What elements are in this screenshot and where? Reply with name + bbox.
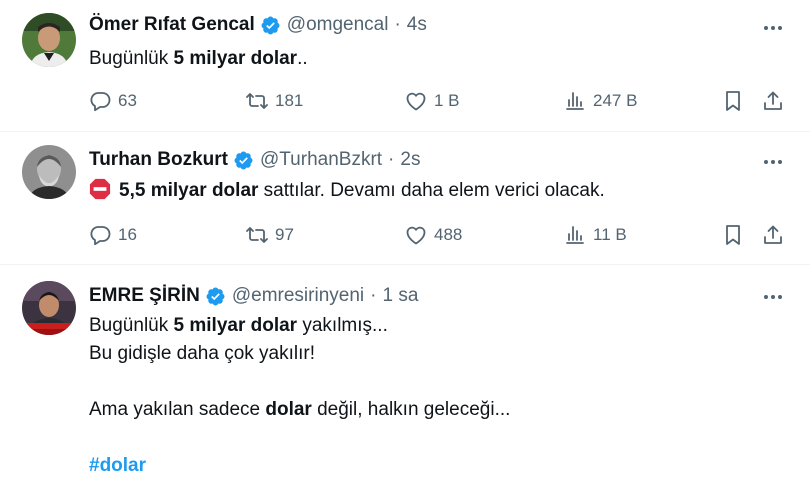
text-line: Ama yakılan sadece dolar değil, halkın g… xyxy=(89,396,780,424)
like-count: 488 xyxy=(434,225,463,244)
views-button[interactable]: 247 B xyxy=(563,86,637,116)
separator-dot: · xyxy=(394,14,401,35)
text-line: Bu gidişle daha çok yakılır! xyxy=(89,343,316,364)
author-handle[interactable]: @emresirinyeni xyxy=(232,285,364,307)
avatar[interactable] xyxy=(22,145,76,199)
timestamp[interactable]: 1 sa xyxy=(382,285,418,307)
reply-bubble-icon xyxy=(88,89,112,113)
avatar[interactable] xyxy=(22,13,76,67)
retweet-count: 181 xyxy=(275,91,304,110)
text-prefix: Bugünlük xyxy=(89,48,174,69)
action-bar: 16 97 488 11 B xyxy=(88,220,788,250)
verified-badge-icon xyxy=(260,15,281,36)
views-button[interactable]: 11 B xyxy=(563,220,627,250)
line1-prefix: Bugünlük xyxy=(89,315,174,336)
tweet-header: EMRE ŞİRİN @emresirinyeni · 1 sa xyxy=(89,282,418,310)
avatar-photo xyxy=(22,145,76,199)
more-dots-icon xyxy=(761,16,785,40)
more-options-button[interactable] xyxy=(758,287,788,307)
view-count: 11 B xyxy=(593,225,627,244)
hashtag-link[interactable]: #dolar xyxy=(89,455,146,476)
bar-chart-icon xyxy=(563,89,587,113)
verified-badge-icon xyxy=(205,286,226,307)
author-handle[interactable]: @omgencal xyxy=(287,14,389,36)
stop-sign-emoji xyxy=(89,178,111,200)
more-options-button[interactable] xyxy=(758,152,788,172)
text-line: Bugünlük 5 milyar dolar yakılmış... xyxy=(89,312,780,340)
bookmark-icon xyxy=(721,89,745,113)
text-line: #dolar xyxy=(89,452,780,480)
author-name[interactable]: Ömer Rıfat Gencal xyxy=(89,14,255,36)
tweet-header: Turhan Bozkurt @TurhanBzkrt · 2s xyxy=(89,146,420,174)
action-bar: 63 181 1 B 247 B xyxy=(88,86,788,116)
avatar-photo xyxy=(22,281,76,335)
heart-icon xyxy=(404,223,428,247)
text-bold: 5 milyar dolar xyxy=(173,48,298,69)
bookmark-button[interactable] xyxy=(721,220,745,250)
line1-suffix: yakılmış... xyxy=(297,315,388,336)
text-suffix: sattılar. Devamı daha elem verici olacak… xyxy=(258,180,605,201)
timestamp[interactable]: 4s xyxy=(407,14,427,36)
reply-button[interactable]: 63 xyxy=(88,86,137,116)
reply-count: 63 xyxy=(118,91,137,110)
verified-badge-icon xyxy=(233,150,254,171)
tweet-header: Ömer Rıfat Gencal @omgencal · 4s xyxy=(89,11,427,39)
reply-bubble-icon xyxy=(88,223,112,247)
more-dots-icon xyxy=(761,150,785,174)
more-dots-icon xyxy=(761,285,785,309)
bookmark-button[interactable] xyxy=(721,86,745,116)
avatar[interactable] xyxy=(22,281,76,335)
like-count: 1 B xyxy=(434,91,460,110)
share-button[interactable] xyxy=(761,220,785,250)
author-name[interactable]: Turhan Bozkurt xyxy=(89,149,228,171)
retweet-arrows-icon xyxy=(245,223,269,247)
retweet-count: 97 xyxy=(275,225,294,244)
bar-chart-icon xyxy=(563,223,587,247)
line3-bold: dolar xyxy=(265,399,312,420)
reply-button[interactable]: 16 xyxy=(88,220,137,250)
tweet-text: Bugünlük 5 milyar dolar.. xyxy=(89,45,780,73)
tweet-card[interactable]: EMRE ŞİRİN @emresirinyeni · 1 sa Bugünlü… xyxy=(0,265,810,486)
heart-icon xyxy=(404,89,428,113)
tweet-text: 5,5 milyar dolar sattılar. Devamı daha e… xyxy=(89,177,780,205)
tweet-card[interactable]: Ömer Rıfat Gencal @omgencal · 4s Bugünlü… xyxy=(0,0,810,132)
like-button[interactable]: 1 B xyxy=(404,86,460,116)
retweet-button[interactable]: 181 xyxy=(245,86,303,116)
separator-dot: · xyxy=(388,149,395,170)
tweet-text: Bugünlük 5 milyar dolar yakılmış... Bu g… xyxy=(89,312,780,480)
timestamp[interactable]: 2s xyxy=(400,149,420,171)
line1-bold: 5 milyar dolar xyxy=(173,315,298,336)
share-upload-icon xyxy=(761,89,785,113)
reply-count: 16 xyxy=(118,225,137,244)
tweet-card[interactable]: Turhan Bozkurt @TurhanBzkrt · 2s 5,5 mil… xyxy=(0,132,810,265)
share-button[interactable] xyxy=(761,86,785,116)
retweet-arrows-icon xyxy=(245,89,269,113)
share-upload-icon xyxy=(761,223,785,247)
avatar-photo xyxy=(22,13,76,67)
line3-suffix: değil, halkın geleceği... xyxy=(311,399,511,420)
like-button[interactable]: 488 xyxy=(404,220,462,250)
line3-prefix: Ama yakılan sadece xyxy=(89,399,266,420)
retweet-button[interactable]: 97 xyxy=(245,220,294,250)
author-handle[interactable]: @TurhanBzkrt xyxy=(260,149,382,171)
view-count: 247 B xyxy=(593,91,638,110)
separator-dot: · xyxy=(370,285,377,306)
text-suffix: .. xyxy=(297,48,308,69)
more-options-button[interactable] xyxy=(758,18,788,38)
author-name[interactable]: EMRE ŞİRİN xyxy=(89,285,200,307)
bookmark-icon xyxy=(721,223,745,247)
text-bold: 5,5 milyar dolar xyxy=(119,180,259,201)
